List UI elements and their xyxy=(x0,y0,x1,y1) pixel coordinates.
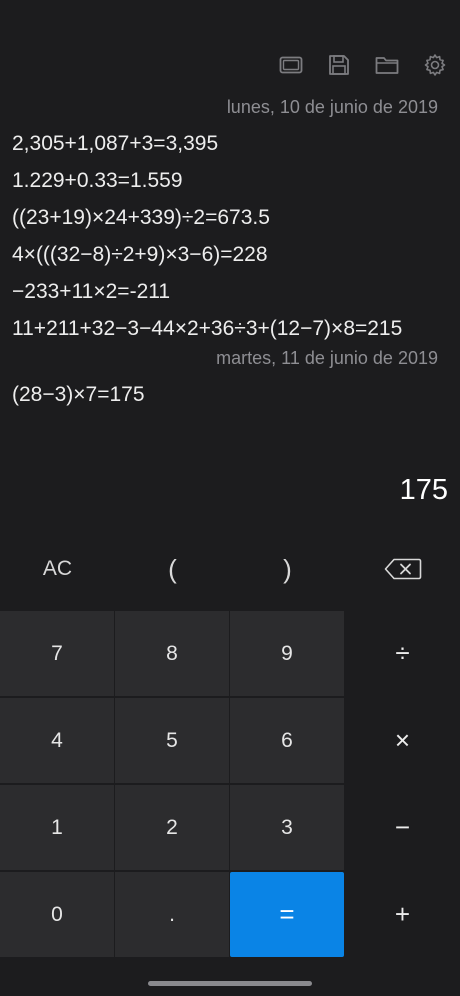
history-entry[interactable]: 11+211+32−3−44×2+36÷3+(12−7)×8=215 xyxy=(12,310,438,347)
key-4[interactable]: 4 xyxy=(0,698,114,783)
history-list: lunes, 10 de junio de 2019 2,305+1,087+3… xyxy=(12,96,438,413)
save-icon[interactable] xyxy=(326,52,352,78)
open-paren-button[interactable]: ( xyxy=(115,538,230,600)
history-group: lunes, 10 de junio de 2019 2,305+1,087+3… xyxy=(12,96,438,347)
close-paren-button[interactable]: ) xyxy=(230,538,345,600)
toolbar xyxy=(278,52,448,78)
history-entry[interactable]: 1.229+0.33=1.559 xyxy=(12,162,438,199)
date-header: lunes, 10 de junio de 2019 xyxy=(226,97,438,117)
key-3[interactable]: 3 xyxy=(230,785,344,870)
key-9[interactable]: 9 xyxy=(230,611,344,696)
minus-button[interactable]: − xyxy=(345,785,460,870)
history-entry[interactable]: ((23+19)×24+339)÷2=673.5 xyxy=(12,199,438,236)
key-5[interactable]: 5 xyxy=(115,698,229,783)
date-header: martes, 11 de junio de 2019 xyxy=(216,348,438,368)
keypad: 7 8 9 ÷ 4 5 6 × 1 2 3 − 0 . = + xyxy=(0,611,460,957)
key-1[interactable]: 1 xyxy=(0,785,114,870)
multiply-button[interactable]: × xyxy=(345,698,460,783)
backspace-button[interactable] xyxy=(345,538,460,600)
history-entry[interactable]: (28−3)×7=175 xyxy=(12,376,438,413)
key-0[interactable]: 0 xyxy=(0,872,114,957)
history-group: martes, 11 de junio de 2019 (28−3)×7=175 xyxy=(12,347,438,413)
clear-button[interactable]: AC xyxy=(0,538,115,600)
result-display: 175 xyxy=(399,474,448,506)
home-indicator[interactable] xyxy=(148,981,312,986)
decimal-button[interactable]: . xyxy=(115,872,229,957)
plus-button[interactable]: + xyxy=(345,872,460,957)
function-row: AC ( ) xyxy=(0,538,460,600)
folder-icon[interactable] xyxy=(374,52,400,78)
backspace-icon xyxy=(384,558,421,580)
divide-button[interactable]: ÷ xyxy=(345,611,460,696)
gear-icon[interactable] xyxy=(422,52,448,78)
history-entry[interactable]: 4×(((32−8)÷2+9)×3−6)=228 xyxy=(12,236,438,273)
key-8[interactable]: 8 xyxy=(115,611,229,696)
history-entry[interactable]: −233+11×2=-211 xyxy=(12,273,438,310)
key-2[interactable]: 2 xyxy=(115,785,229,870)
key-6[interactable]: 6 xyxy=(230,698,344,783)
history-entry[interactable]: 2,305+1,087+3=3,395 xyxy=(12,125,438,162)
equals-button[interactable]: = xyxy=(230,872,344,957)
screen-icon[interactable] xyxy=(278,52,304,78)
key-7[interactable]: 7 xyxy=(0,611,114,696)
